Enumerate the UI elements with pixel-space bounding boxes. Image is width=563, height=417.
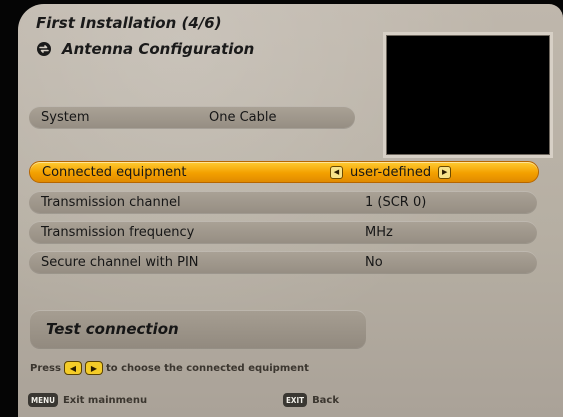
arrow-right-icon[interactable]: ▶ xyxy=(438,165,452,179)
test-connection-button[interactable]: Test connection xyxy=(30,310,366,348)
swap-arrows-icon xyxy=(36,41,52,57)
section-title: Antenna Configuration xyxy=(62,40,255,58)
menu-row-secure-channel-pin[interactable]: Secure channel with PIN No xyxy=(29,251,537,273)
video-preview xyxy=(383,32,553,158)
menu-row-value: 1 (SCR 0) xyxy=(365,194,427,210)
menu-row-value: MHz xyxy=(365,224,393,240)
menu-row-label: Connected equipment xyxy=(42,164,187,180)
hint-suffix: to choose the connected equipment xyxy=(105,362,309,374)
installation-panel: First Installation (4/6) Antenna Configu… xyxy=(18,4,563,417)
menu-row-transmission-channel[interactable]: Transmission channel 1 (SCR 0) xyxy=(29,191,537,213)
section-header: Antenna Configuration xyxy=(36,40,254,58)
help-hint: Press ◀ ▶ to choose the connected equipm… xyxy=(30,361,309,375)
page-title: First Installation (4/6) xyxy=(36,14,222,32)
menu-row-transmission-frequency[interactable]: Transmission frequency MHz xyxy=(29,221,537,243)
connected-equipment-selector[interactable]: ◀ user-defined ▶ xyxy=(330,164,452,180)
menu-row-connected-equipment[interactable]: Connected equipment ◀ user-defined ▶ xyxy=(29,161,539,183)
system-field: System One Cable xyxy=(29,106,355,128)
footer-bar: MENU Exit mainmenu EXIT Back xyxy=(28,393,548,411)
menu-row-value: No xyxy=(365,254,383,270)
exit-key-icon: EXIT xyxy=(283,393,308,407)
test-connection-label: Test connection xyxy=(46,320,179,338)
footer-exit-mainmenu[interactable]: MENU Exit mainmenu xyxy=(28,393,147,407)
footer-menu-label: Exit mainmenu xyxy=(62,394,148,406)
right-key-icon: ▶ xyxy=(84,361,103,375)
menu-row-label: Transmission frequency xyxy=(41,224,195,240)
connected-equipment-value: user-defined xyxy=(350,164,432,180)
menu-row-label: Transmission channel xyxy=(41,194,181,210)
hint-prefix: Press xyxy=(30,362,61,374)
system-value: One Cable xyxy=(209,109,277,125)
system-label: System xyxy=(41,109,90,125)
menu-row-label: Secure channel with PIN xyxy=(41,254,199,270)
footer-exit-label: Back xyxy=(312,394,340,406)
menu-key-icon: MENU xyxy=(28,393,58,407)
left-key-icon: ◀ xyxy=(63,361,82,375)
footer-back[interactable]: EXIT Back xyxy=(283,393,339,407)
arrow-left-icon[interactable]: ◀ xyxy=(330,165,343,179)
tv-screen: First Installation (4/6) Antenna Configu… xyxy=(0,0,563,417)
